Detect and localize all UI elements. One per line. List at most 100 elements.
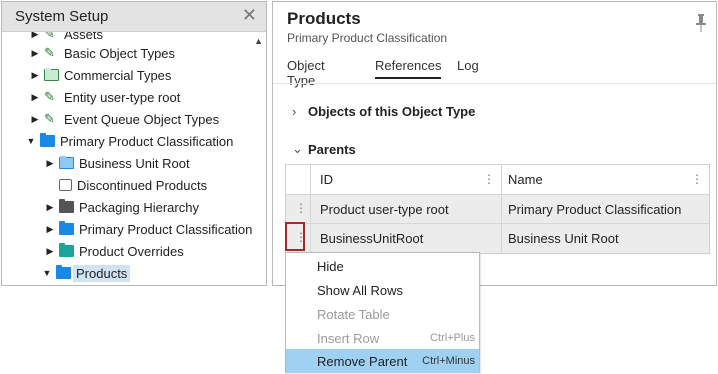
- tab-log[interactable]: Log: [457, 58, 479, 73]
- tree-item-label: Products: [73, 264, 131, 282]
- tree-item-primary-product-classification-child[interactable]: ▶ Primary Product Classification: [44, 219, 252, 239]
- chevron-down-icon: ⌄: [292, 141, 303, 156]
- page-subtitle: Primary Product Classification: [287, 31, 448, 45]
- menu-item-shortcut: Ctrl+Minus: [422, 355, 475, 367]
- panel-header: System Setup ✕: [2, 2, 266, 32]
- tree-item-label: Entity user-type root: [64, 89, 181, 105]
- menu-item-hide[interactable]: Hide: [286, 254, 479, 278]
- collapse-arrow-icon[interactable]: ▼: [41, 268, 53, 278]
- tree-item-discontinued-products[interactable]: Discontinued Products: [59, 175, 207, 195]
- tree-item-label: Basic Object Types: [64, 45, 176, 61]
- expand-arrow-icon[interactable]: ▶: [29, 48, 41, 59]
- section-objects-of-this-object-type[interactable]: › Objects of this Object Type: [292, 104, 475, 119]
- cell-value: Product user-type root: [320, 201, 449, 217]
- menu-item-shortcut: Ctrl+Plus: [430, 332, 475, 344]
- cell-value: Business Unit Root: [508, 231, 619, 246]
- column-header-id[interactable]: ID ⋮: [311, 165, 502, 194]
- folder-icon: [44, 68, 59, 81]
- folder-icon: [56, 265, 71, 279]
- tree-item-label: Primary Product Classification: [60, 133, 234, 149]
- tree-item-product-overrides[interactable]: ▶ Product Overrides: [44, 241, 184, 261]
- object-type-editor-panel: Products Primary Product Classification …: [272, 1, 717, 286]
- collapse-arrow-icon[interactable]: ▼: [25, 136, 37, 146]
- menu-item-label: Remove Parent: [317, 353, 408, 369]
- object-type-tree: ▶ ✎ Assets ▶ ✎ Basic Object Types ▶ Comm…: [2, 32, 254, 285]
- menu-item-label: Show All Rows: [317, 282, 403, 298]
- column-header-label: ID: [320, 172, 333, 187]
- folder-icon: [59, 199, 74, 213]
- tab-divider: [273, 83, 716, 84]
- menu-item-show-all-rows[interactable]: Show All Rows: [286, 278, 479, 302]
- tree-item-label: Event Queue Object Types: [64, 111, 220, 127]
- section-title: Parents: [308, 141, 356, 157]
- cell-name[interactable]: Business Unit Root: [502, 224, 709, 253]
- table-header-row: ID ⋮ Name ⋮: [286, 165, 709, 195]
- row-menu-cell: ⋮: [286, 195, 311, 223]
- tree-item-commercial-types[interactable]: ▶ Commercial Types: [29, 65, 172, 85]
- expand-arrow-icon[interactable]: ▶: [44, 158, 56, 169]
- panel-title: System Setup: [15, 8, 109, 25]
- pencil-icon: ✎: [44, 45, 55, 60]
- tab-references[interactable]: References: [375, 58, 442, 79]
- column-header-label: Name: [508, 172, 543, 187]
- menu-item-insert-row: Insert Row Ctrl+Plus: [286, 326, 479, 350]
- tree-item-entity-user-type-root[interactable]: ▶ ✎ Entity user-type root: [29, 87, 181, 107]
- folder-icon: [59, 243, 74, 257]
- expand-arrow-icon[interactable]: ▶: [29, 70, 41, 81]
- menu-item-rotate-table: Rotate Table: [286, 302, 479, 326]
- expand-arrow-icon[interactable]: ▶: [44, 246, 56, 257]
- tree-item-event-queue-object-types[interactable]: ▶ ✎ Event Queue Object Types: [29, 109, 220, 129]
- folder-icon: [59, 156, 74, 169]
- folder-icon: [59, 221, 74, 235]
- menu-item-label: Insert Row: [317, 330, 380, 346]
- tree-item-label: Assets: [64, 32, 104, 42]
- close-icon[interactable]: ✕: [242, 5, 257, 25]
- row-menu-highlight: [285, 222, 305, 251]
- expand-arrow-icon[interactable]: ▶: [29, 32, 41, 40]
- cell-name[interactable]: Primary Product Classification: [502, 195, 709, 223]
- pencil-icon: ✎: [44, 89, 55, 104]
- scroll-up-arrow-icon[interactable]: ▲: [254, 36, 263, 46]
- expand-arrow-icon[interactable]: ▶: [29, 92, 41, 103]
- pin-icon[interactable]: [696, 14, 706, 32]
- row-context-menu: Hide Show All Rows Rotate Table Insert R…: [285, 252, 480, 373]
- chevron-right-icon: ›: [292, 104, 297, 119]
- parents-table: ID ⋮ Name ⋮ ⋮ Product user-type root Pri…: [285, 164, 710, 254]
- cube-icon: [59, 179, 72, 191]
- tree-item-business-unit-root[interactable]: ▶ Business Unit Root: [44, 153, 190, 173]
- tree-item-label: Commercial Types: [64, 67, 172, 83]
- tree-item-label: Primary Product Classification: [79, 221, 253, 237]
- cell-value: BusinessUnitRoot: [320, 231, 424, 246]
- cell-id[interactable]: Product user-type root: [311, 195, 502, 223]
- section-parents[interactable]: ⌄ Parents: [292, 141, 356, 157]
- tree-item-primary-product-classification[interactable]: ▼ Primary Product Classification: [25, 131, 233, 151]
- table-row[interactable]: ⋮ BusinessUnitRoot Business Unit Root: [286, 224, 709, 253]
- menu-item-label: Hide: [317, 258, 344, 274]
- menu-item-remove-parent[interactable]: Remove Parent Ctrl+Minus: [286, 349, 479, 373]
- pencil-icon: ✎: [44, 111, 55, 126]
- tree-item-label: Business Unit Root: [79, 155, 190, 171]
- expand-arrow-icon[interactable]: ▶: [44, 224, 56, 235]
- tree-item-label: Packaging Hierarchy: [79, 199, 199, 215]
- tree-item-packaging-hierarchy[interactable]: ▶ Packaging Hierarchy: [44, 197, 199, 217]
- column-menu-icon[interactable]: ⋮: [691, 172, 703, 186]
- column-header-name[interactable]: Name ⋮: [502, 165, 709, 194]
- expand-arrow-icon[interactable]: ▶: [29, 114, 41, 125]
- row-menu-column-header: [286, 165, 311, 194]
- menu-item-label: Rotate Table: [317, 306, 390, 322]
- row-menu-icon[interactable]: ⋮: [295, 201, 307, 215]
- pencil-icon: ✎: [44, 32, 55, 41]
- tree-item-label: Product Overrides: [79, 243, 184, 259]
- folder-icon: [40, 133, 55, 147]
- tree-item-basic-object-types[interactable]: ▶ ✎ Basic Object Types: [29, 43, 176, 63]
- system-setup-panel: System Setup ✕ ▶ ✎ Assets ▶ ✎ Basic Obje…: [1, 1, 267, 286]
- tree-item-label: Discontinued Products: [77, 177, 208, 193]
- cell-value: Primary Product Classification: [508, 201, 682, 217]
- tree-item-products[interactable]: ▼ Products: [41, 263, 131, 283]
- page-title: Products: [287, 9, 361, 28]
- section-title: Objects of this Object Type: [308, 104, 476, 119]
- table-row[interactable]: ⋮ Product user-type root Primary Product…: [286, 195, 709, 224]
- expand-arrow-icon[interactable]: ▶: [44, 202, 56, 213]
- cell-id[interactable]: BusinessUnitRoot: [311, 224, 502, 253]
- column-menu-icon[interactable]: ⋮: [483, 172, 495, 186]
